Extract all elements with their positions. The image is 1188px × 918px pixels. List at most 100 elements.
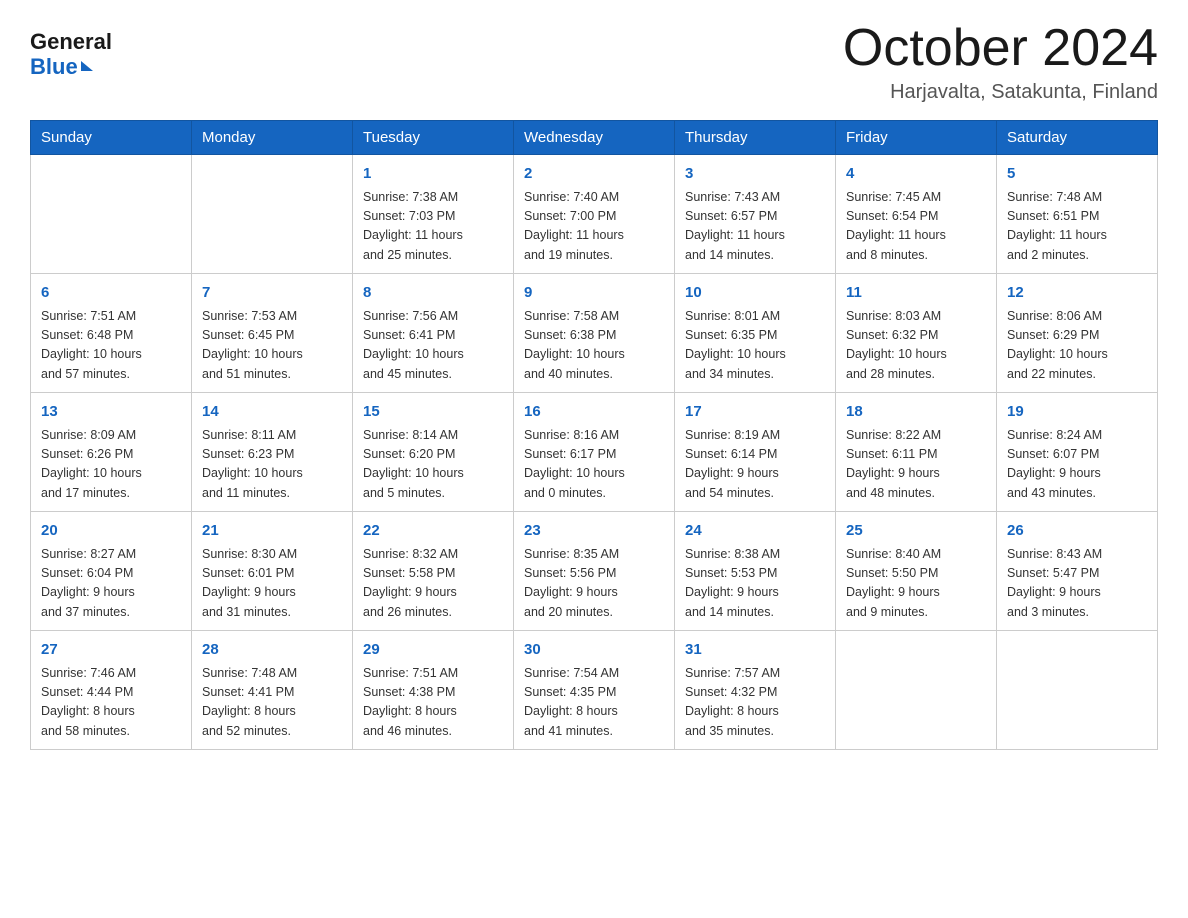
location-title: Harjavalta, Satakunta, Finland [843, 81, 1158, 104]
calendar-cell: 16Sunrise: 8:16 AM Sunset: 6:17 PM Dayli… [514, 393, 675, 512]
calendar-cell: 30Sunrise: 7:54 AM Sunset: 4:35 PM Dayli… [514, 631, 675, 750]
calendar-cell: 19Sunrise: 8:24 AM Sunset: 6:07 PM Dayli… [997, 393, 1158, 512]
logo-general-text: General [30, 30, 112, 54]
day-number: 11 [846, 282, 986, 305]
calendar-cell: 13Sunrise: 8:09 AM Sunset: 6:26 PM Dayli… [31, 393, 192, 512]
calendar-cell: 10Sunrise: 8:01 AM Sunset: 6:35 PM Dayli… [675, 274, 836, 393]
day-number: 5 [1007, 163, 1147, 186]
day-number: 2 [524, 163, 664, 186]
day-info: Sunrise: 8:24 AM Sunset: 6:07 PM Dayligh… [1007, 426, 1147, 504]
column-header-sunday: Sunday [31, 121, 192, 155]
column-header-thursday: Thursday [675, 121, 836, 155]
day-number: 8 [363, 282, 503, 305]
day-number: 12 [1007, 282, 1147, 305]
day-number: 25 [846, 520, 986, 543]
day-info: Sunrise: 7:57 AM Sunset: 4:32 PM Dayligh… [685, 664, 825, 742]
calendar-cell: 3Sunrise: 7:43 AM Sunset: 6:57 PM Daylig… [675, 155, 836, 274]
logo: General Blue [30, 30, 112, 80]
calendar-cell: 1Sunrise: 7:38 AM Sunset: 7:03 PM Daylig… [353, 155, 514, 274]
day-number: 24 [685, 520, 825, 543]
day-info: Sunrise: 8:16 AM Sunset: 6:17 PM Dayligh… [524, 426, 664, 504]
calendar-cell: 15Sunrise: 8:14 AM Sunset: 6:20 PM Dayli… [353, 393, 514, 512]
calendar-cell: 22Sunrise: 8:32 AM Sunset: 5:58 PM Dayli… [353, 512, 514, 631]
calendar-week-row: 6Sunrise: 7:51 AM Sunset: 6:48 PM Daylig… [31, 274, 1158, 393]
day-number: 18 [846, 401, 986, 424]
calendar-table: SundayMondayTuesdayWednesdayThursdayFrid… [30, 120, 1158, 750]
day-number: 16 [524, 401, 664, 424]
day-info: Sunrise: 7:43 AM Sunset: 6:57 PM Dayligh… [685, 188, 825, 266]
day-info: Sunrise: 8:14 AM Sunset: 6:20 PM Dayligh… [363, 426, 503, 504]
calendar-cell: 2Sunrise: 7:40 AM Sunset: 7:00 PM Daylig… [514, 155, 675, 274]
column-header-friday: Friday [836, 121, 997, 155]
day-number: 1 [363, 163, 503, 186]
day-info: Sunrise: 7:56 AM Sunset: 6:41 PM Dayligh… [363, 307, 503, 385]
calendar-cell [192, 155, 353, 274]
page-header: General Blue October 2024 Harjavalta, Sa… [30, 20, 1158, 104]
day-info: Sunrise: 8:40 AM Sunset: 5:50 PM Dayligh… [846, 545, 986, 623]
column-header-monday: Monday [192, 121, 353, 155]
day-info: Sunrise: 7:51 AM Sunset: 6:48 PM Dayligh… [41, 307, 181, 385]
calendar-cell: 7Sunrise: 7:53 AM Sunset: 6:45 PM Daylig… [192, 274, 353, 393]
day-number: 3 [685, 163, 825, 186]
day-info: Sunrise: 8:27 AM Sunset: 6:04 PM Dayligh… [41, 545, 181, 623]
calendar-week-row: 1Sunrise: 7:38 AM Sunset: 7:03 PM Daylig… [31, 155, 1158, 274]
day-info: Sunrise: 7:40 AM Sunset: 7:00 PM Dayligh… [524, 188, 664, 266]
title-section: October 2024 Harjavalta, Satakunta, Finl… [843, 20, 1158, 104]
calendar-cell: 21Sunrise: 8:30 AM Sunset: 6:01 PM Dayli… [192, 512, 353, 631]
day-number: 9 [524, 282, 664, 305]
calendar-cell: 25Sunrise: 8:40 AM Sunset: 5:50 PM Dayli… [836, 512, 997, 631]
day-info: Sunrise: 7:46 AM Sunset: 4:44 PM Dayligh… [41, 664, 181, 742]
calendar-cell: 20Sunrise: 8:27 AM Sunset: 6:04 PM Dayli… [31, 512, 192, 631]
day-number: 31 [685, 639, 825, 662]
day-info: Sunrise: 7:53 AM Sunset: 6:45 PM Dayligh… [202, 307, 342, 385]
day-number: 10 [685, 282, 825, 305]
calendar-cell: 6Sunrise: 7:51 AM Sunset: 6:48 PM Daylig… [31, 274, 192, 393]
day-number: 30 [524, 639, 664, 662]
day-info: Sunrise: 8:06 AM Sunset: 6:29 PM Dayligh… [1007, 307, 1147, 385]
day-info: Sunrise: 8:22 AM Sunset: 6:11 PM Dayligh… [846, 426, 986, 504]
day-number: 21 [202, 520, 342, 543]
day-info: Sunrise: 8:38 AM Sunset: 5:53 PM Dayligh… [685, 545, 825, 623]
calendar-week-row: 20Sunrise: 8:27 AM Sunset: 6:04 PM Dayli… [31, 512, 1158, 631]
day-number: 14 [202, 401, 342, 424]
month-title: October 2024 [843, 20, 1158, 77]
calendar-cell: 4Sunrise: 7:45 AM Sunset: 6:54 PM Daylig… [836, 155, 997, 274]
day-number: 28 [202, 639, 342, 662]
day-info: Sunrise: 8:03 AM Sunset: 6:32 PM Dayligh… [846, 307, 986, 385]
day-info: Sunrise: 8:35 AM Sunset: 5:56 PM Dayligh… [524, 545, 664, 623]
day-info: Sunrise: 8:19 AM Sunset: 6:14 PM Dayligh… [685, 426, 825, 504]
calendar-cell [997, 631, 1158, 750]
day-number: 6 [41, 282, 181, 305]
day-number: 27 [41, 639, 181, 662]
calendar-cell: 27Sunrise: 7:46 AM Sunset: 4:44 PM Dayli… [31, 631, 192, 750]
day-info: Sunrise: 7:45 AM Sunset: 6:54 PM Dayligh… [846, 188, 986, 266]
calendar-cell [836, 631, 997, 750]
day-info: Sunrise: 7:48 AM Sunset: 6:51 PM Dayligh… [1007, 188, 1147, 266]
day-number: 15 [363, 401, 503, 424]
calendar-cell: 18Sunrise: 8:22 AM Sunset: 6:11 PM Dayli… [836, 393, 997, 512]
logo-blue-text: Blue [30, 54, 78, 80]
day-number: 19 [1007, 401, 1147, 424]
calendar-cell: 12Sunrise: 8:06 AM Sunset: 6:29 PM Dayli… [997, 274, 1158, 393]
calendar-cell: 9Sunrise: 7:58 AM Sunset: 6:38 PM Daylig… [514, 274, 675, 393]
day-info: Sunrise: 8:30 AM Sunset: 6:01 PM Dayligh… [202, 545, 342, 623]
column-header-tuesday: Tuesday [353, 121, 514, 155]
day-info: Sunrise: 7:54 AM Sunset: 4:35 PM Dayligh… [524, 664, 664, 742]
calendar-week-row: 13Sunrise: 8:09 AM Sunset: 6:26 PM Dayli… [31, 393, 1158, 512]
day-info: Sunrise: 7:48 AM Sunset: 4:41 PM Dayligh… [202, 664, 342, 742]
day-number: 7 [202, 282, 342, 305]
calendar-cell: 26Sunrise: 8:43 AM Sunset: 5:47 PM Dayli… [997, 512, 1158, 631]
day-info: Sunrise: 7:51 AM Sunset: 4:38 PM Dayligh… [363, 664, 503, 742]
calendar-cell: 14Sunrise: 8:11 AM Sunset: 6:23 PM Dayli… [192, 393, 353, 512]
day-number: 4 [846, 163, 986, 186]
day-number: 23 [524, 520, 664, 543]
calendar-header-row: SundayMondayTuesdayWednesdayThursdayFrid… [31, 121, 1158, 155]
day-number: 29 [363, 639, 503, 662]
calendar-cell: 23Sunrise: 8:35 AM Sunset: 5:56 PM Dayli… [514, 512, 675, 631]
day-info: Sunrise: 8:01 AM Sunset: 6:35 PM Dayligh… [685, 307, 825, 385]
day-number: 22 [363, 520, 503, 543]
calendar-cell: 8Sunrise: 7:56 AM Sunset: 6:41 PM Daylig… [353, 274, 514, 393]
calendar-cell: 5Sunrise: 7:48 AM Sunset: 6:51 PM Daylig… [997, 155, 1158, 274]
calendar-cell: 17Sunrise: 8:19 AM Sunset: 6:14 PM Dayli… [675, 393, 836, 512]
calendar-cell: 29Sunrise: 7:51 AM Sunset: 4:38 PM Dayli… [353, 631, 514, 750]
